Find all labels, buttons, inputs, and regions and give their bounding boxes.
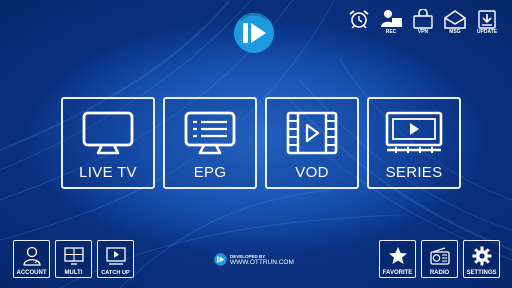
app-logo [233,12,275,54]
account-button[interactable]: ACCOUNT [13,240,50,278]
developer-url: WWW.OTTRUN.COM [230,258,294,266]
rec-button[interactable]: REC [378,9,404,37]
radio-icon [429,247,450,265]
bottom-right-menu: FAVORITE RADIO SETTINGS [379,240,500,278]
series-play-icon [385,111,443,153]
tile-label: LIVE TV [79,164,137,181]
star-icon [388,247,407,264]
settings-button[interactable]: SETTINGS [463,240,500,278]
update-button[interactable]: UPDATE [474,9,500,37]
multiscreen-icon [63,247,84,265]
radio-label: RADIO [429,270,450,276]
update-icon [478,10,496,29]
gear-icon [472,246,491,266]
main-menu: LIVE TV EPG VOD SERIES [61,97,461,189]
live-tv-tile[interactable]: LIVE TV [61,97,155,189]
message-button[interactable]: MSG [442,9,468,37]
account-icon [22,246,41,266]
tile-label: VOD [295,164,329,181]
radio-button[interactable]: RADIO [421,240,458,278]
developer-logo-icon [214,253,227,266]
tile-label: EPG [193,164,227,181]
vpn-button[interactable]: VPN [410,9,436,37]
developer-credit[interactable]: DEVELOPED BY WWW.OTTRUN.COM [214,253,294,266]
settings-label: SETTINGS [466,270,497,276]
rec-icon [381,10,402,27]
vod-tile[interactable]: VOD [265,97,359,189]
favorite-label: FAVORITE [382,270,413,276]
catch-up-icon [105,247,126,265]
tile-label: SERIES [385,164,443,181]
catch-up-button[interactable]: CATCH UP [97,240,134,278]
bottom-left-menu: ACCOUNT MULTI CATCH UP [13,240,134,278]
series-tile[interactable]: SERIES [367,97,461,189]
vpn-icon [413,9,433,29]
tv-icon [82,111,134,155]
message-icon [444,10,466,29]
film-play-icon [286,111,338,155]
top-toolbar: REC VPN MSG UPDATE [346,9,500,37]
multi-label: MULTI [64,270,83,276]
epg-icon [184,111,236,155]
alarm-button[interactable] [346,9,372,37]
catch-up-label: CATCH UP [101,270,130,276]
favorite-button[interactable]: FAVORITE [379,240,416,278]
alarm-icon [349,10,369,29]
epg-tile[interactable]: EPG [163,97,257,189]
multi-button[interactable]: MULTI [55,240,92,278]
account-label: ACCOUNT [16,270,47,276]
